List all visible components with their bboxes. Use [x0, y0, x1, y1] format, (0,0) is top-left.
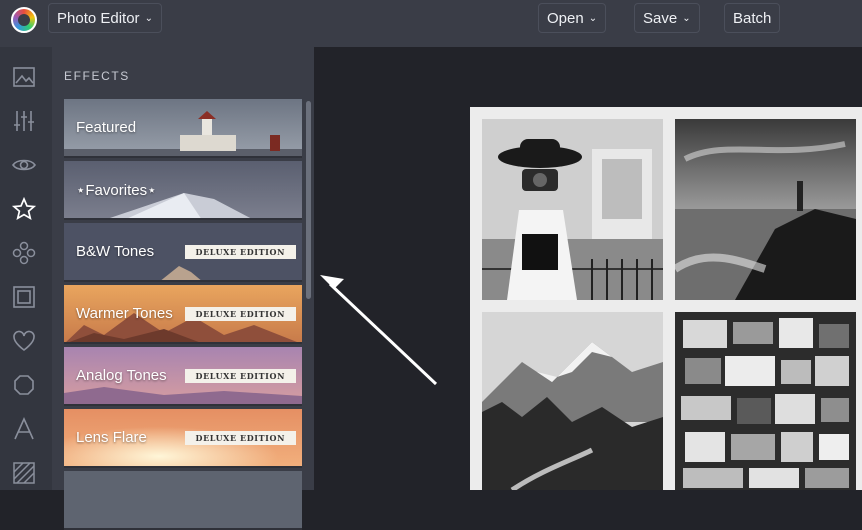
effect-tile-label: ⋆Favorites⋆ [76, 182, 157, 199]
save-label: Save [643, 9, 678, 27]
panel-title: EFFECTS [64, 69, 130, 83]
sliders-icon[interactable] [11, 108, 37, 134]
effect-tile-partial[interactable] [64, 471, 302, 530]
batch-label: Batch [733, 9, 772, 27]
top-bar: Photo Editor ⌄ Open ⌄ Save ⌄ Batch [0, 0, 862, 48]
photo-lighthouse-sea [675, 119, 856, 300]
star-icon[interactable] [11, 196, 37, 222]
panel-scrollbar[interactable] [306, 101, 311, 299]
open-button[interactable]: Open ⌄ [538, 3, 607, 33]
chevron-down-icon: ⌄ [588, 12, 598, 24]
app-logo-icon[interactable] [11, 7, 37, 33]
save-button[interactable]: Save ⌄ [634, 3, 700, 33]
photo-woman-camera [482, 119, 663, 300]
deluxe-edition-badge: DELUXE EDITION [184, 369, 297, 383]
photo-suitcases [675, 312, 856, 490]
hatch-icon[interactable] [11, 460, 37, 486]
effect-tile-analog-tones[interactable]: Analog Tones DELUXE EDITION [64, 347, 302, 406]
chevron-down-icon: ⌄ [682, 12, 691, 24]
photo-collage[interactable] [470, 107, 862, 490]
deluxe-edition-badge: DELUXE EDITION [184, 245, 297, 259]
deluxe-edition-badge: DELUXE EDITION [184, 307, 297, 321]
effects-panel: EFFECTS Featured ⋆Favorites⋆ B&W Tones D… [52, 47, 314, 530]
text-icon[interactable] [11, 416, 37, 442]
effect-tile-bw-tones[interactable]: B&W Tones DELUXE EDITION [64, 223, 302, 282]
shape-icon[interactable] [11, 372, 37, 398]
effect-tile-label: Lens Flare [76, 429, 147, 446]
effect-tile-label: Warmer Tones [76, 305, 173, 322]
effect-tile-label: Featured [76, 119, 137, 136]
effect-tile-lens-flare[interactable]: Lens Flare DELUXE EDITION [64, 409, 302, 468]
effect-tile-featured[interactable]: Featured [64, 99, 302, 158]
app-menu-button[interactable]: Photo Editor ⌄ [48, 3, 162, 33]
photo-mountain-road [482, 312, 663, 490]
eye-icon[interactable] [11, 152, 37, 178]
effect-tile-favorites[interactable]: ⋆Favorites⋆ [64, 161, 302, 220]
open-label: Open [547, 9, 584, 27]
image-icon[interactable] [11, 64, 37, 90]
heart-icon[interactable] [11, 328, 37, 354]
batch-button[interactable]: Batch [724, 3, 781, 33]
texture-icon[interactable] [11, 240, 37, 266]
effect-tile-warmer-tones[interactable]: Warmer Tones DELUXE EDITION [64, 285, 302, 344]
deluxe-edition-badge: DELUXE EDITION [184, 431, 297, 445]
tool-rail [0, 47, 52, 490]
canvas-area [314, 47, 862, 490]
chevron-down-icon: ⌄ [144, 12, 153, 24]
effect-tile-label: B&W Tones [76, 243, 155, 260]
app-menu-label: Photo Editor [57, 9, 140, 27]
frame-icon[interactable] [11, 284, 37, 310]
effect-tile-label: Analog Tones [76, 367, 167, 384]
